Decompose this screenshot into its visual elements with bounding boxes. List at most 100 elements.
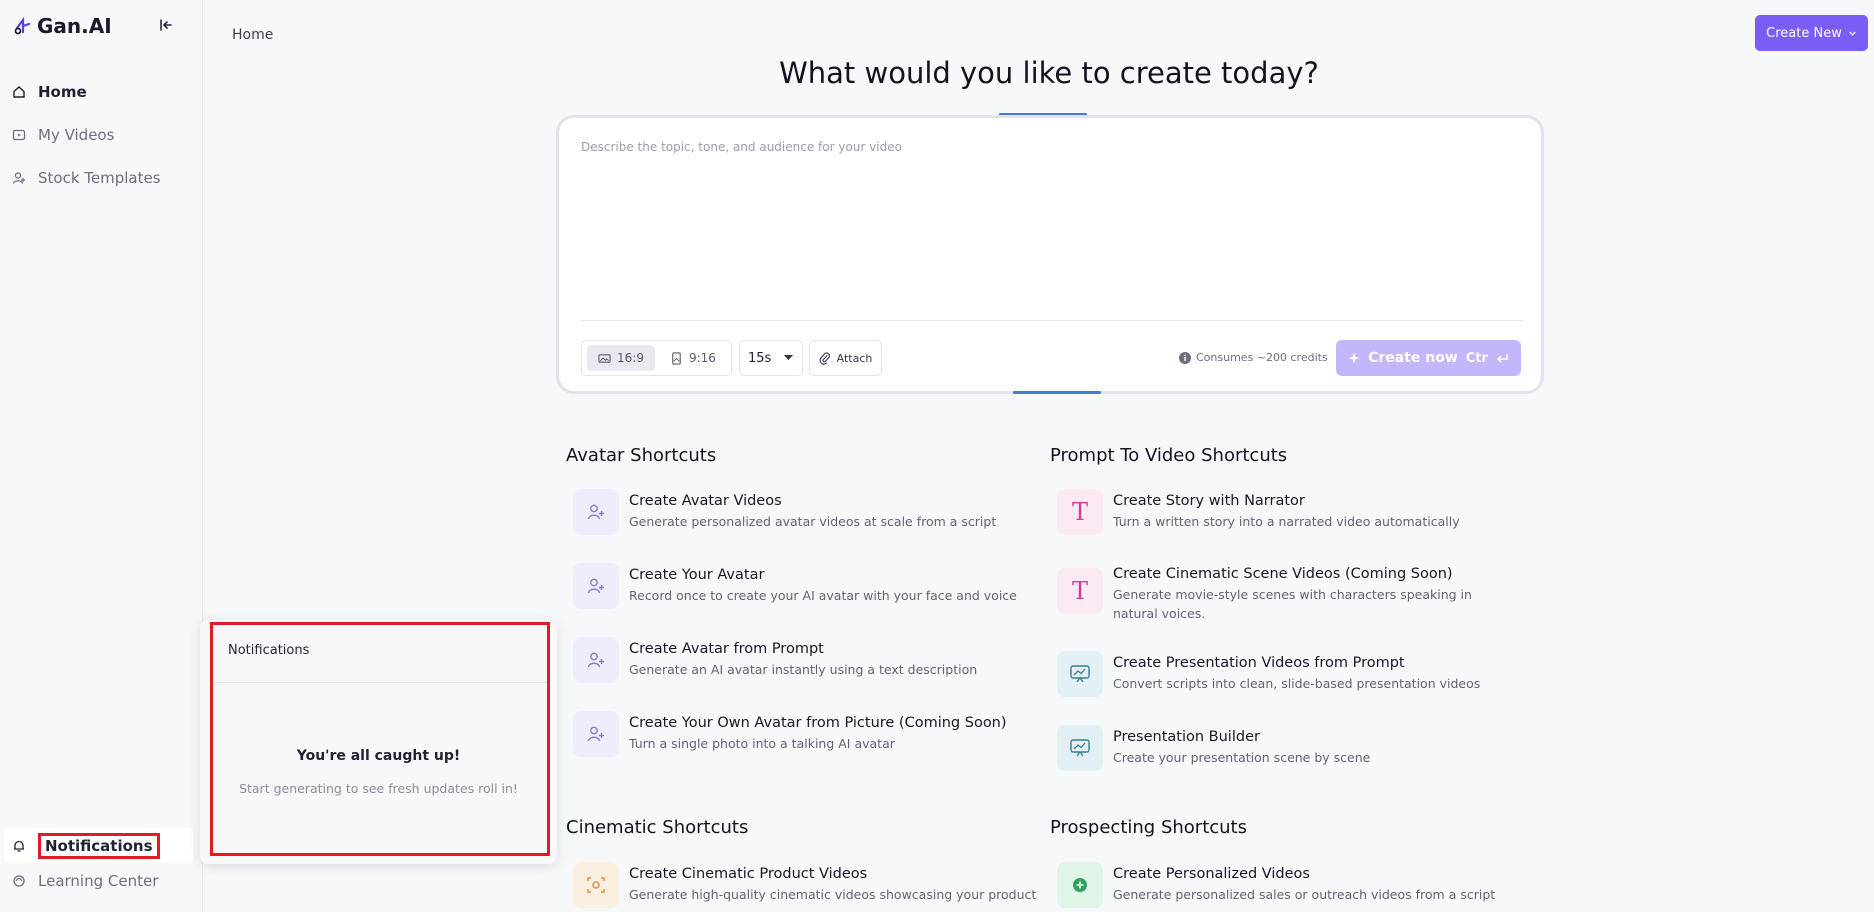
prompt-card: Describe the topic, tone, and audience f… (556, 115, 1544, 394)
text-type-icon: T (1057, 568, 1103, 614)
sidebar-item-label: Notifications (38, 832, 160, 859)
shortcut-title: Create Cinematic Scene Videos (Coming So… (1113, 566, 1453, 582)
credits-info: Consumes ~200 credits (1179, 351, 1328, 364)
add-user-icon (573, 637, 619, 683)
portrait-image-icon (672, 351, 681, 365)
shortcut-create-your-avatar[interactable]: Create Your Avatar Record once to create … (573, 563, 1043, 609)
section-title-cinematic: Cinematic Shortcuts (566, 817, 749, 838)
video-folder-icon (12, 129, 26, 140)
sidebar-item-label: Home (38, 82, 87, 101)
shortcut-title: Create Avatar from Prompt (629, 641, 824, 657)
collapse-sidebar-icon[interactable] (158, 17, 174, 33)
create-now-button[interactable]: Create now Ctr (1336, 340, 1521, 376)
section-title-avatar: Avatar Shortcuts (566, 445, 717, 466)
sidebar-item-notifications[interactable]: Notifications (4, 828, 193, 863)
bell-icon (14, 840, 24, 852)
shortcut-desc: Generate personalized avatar videos at s… (629, 514, 997, 529)
sidebar-item-label: My Videos (38, 125, 115, 144)
app-name: Gan.AI (37, 14, 112, 38)
page-title: What would you like to create today? (779, 56, 1319, 90)
add-user-icon (573, 563, 619, 609)
add-user-icon (573, 711, 619, 757)
shortcut-create-avatar-videos[interactable]: Create Avatar Videos Generate personalize… (573, 489, 1043, 535)
sidebar-item-learning-center[interactable]: Learning Center (0, 863, 203, 898)
presentation-icon (1057, 725, 1103, 771)
attach-button[interactable]: Attach (809, 340, 882, 376)
landscape-image-icon (598, 353, 611, 363)
prompt-input[interactable]: Describe the topic, tone, and audience f… (581, 140, 902, 154)
shortcut-title: Presentation Builder (1113, 729, 1260, 745)
sidebar-bottom-nav: Notifications Learning Center (0, 828, 203, 898)
learning-icon (13, 874, 25, 887)
ratio-label: 16:9 (617, 351, 644, 365)
sidebar: Gan.AI Home My Videos Stock Templates No… (0, 0, 203, 912)
ratio-16-9-option[interactable]: 16:9 (587, 345, 655, 371)
ratio-label: 9:16 (688, 351, 716, 365)
shortcut-title: Create Avatar Videos (629, 493, 782, 509)
section-title-prompt-to-video: Prompt To Video Shortcuts (1050, 445, 1288, 466)
personalized-video-icon (1057, 862, 1103, 908)
sidebar-item-label: Learning Center (38, 871, 159, 890)
app-logo[interactable]: Gan.AI (13, 14, 112, 38)
divider (581, 320, 1523, 321)
chevron-down-icon (1849, 31, 1856, 36)
shortcut-create-avatar-from-prompt[interactable]: Create Avatar from Prompt Generate an AI … (573, 637, 1043, 683)
shortcut-hint: Ctr (1465, 350, 1488, 366)
shortcut-title: Create Your Own Avatar from Picture (Com… (629, 715, 1007, 731)
shortcut-desc: Generate an AI avatar instantly using a … (629, 662, 978, 677)
shortcut-personalized-videos[interactable]: Create Personalized Videos Generate perso… (1057, 862, 1527, 908)
sparkle-icon (1348, 352, 1361, 364)
sidebar-nav: Home My Videos Stock Templates (0, 70, 203, 199)
shortcut-title: Create Your Avatar (629, 567, 765, 583)
shortcut-title: Create Presentation Videos from Prompt (1113, 655, 1405, 671)
shortcut-desc: Turn a single photo into a talking AI av… (629, 736, 895, 751)
notifications-popover: Notifications You're all caught up! Star… (200, 620, 557, 864)
sidebar-item-my-videos[interactable]: My Videos (0, 113, 203, 156)
section-title-prospecting: Prospecting Shortcuts (1050, 817, 1247, 838)
sidebar-item-label: Stock Templates (38, 168, 161, 187)
caret-down-icon (784, 355, 793, 360)
shortcut-cinematic-product-videos[interactable]: Create Cinematic Product Videos Generate … (573, 862, 1043, 908)
shortcut-title: Create Personalized Videos (1113, 866, 1310, 882)
ratio-9-16-option[interactable]: 9:16 (659, 345, 727, 371)
sidebar-item-stock-templates[interactable]: Stock Templates (0, 156, 203, 199)
text-type-icon: T (1057, 489, 1103, 535)
shortcut-presentation-videos[interactable]: Create Presentation Videos from Prompt Co… (1057, 651, 1527, 697)
shortcut-title: Create Story with Narrator (1113, 493, 1305, 509)
shortcut-desc: Record once to create your AI avatar wit… (629, 588, 1017, 603)
shortcut-desc: Generate high-quality cinematic videos s… (629, 887, 1037, 902)
logo-icon (14, 16, 31, 35)
sidebar-item-home[interactable]: Home (0, 70, 203, 113)
shortcut-desc: Turn a written story into a narrated vid… (1113, 514, 1460, 529)
create-new-button[interactable]: Create New (1755, 15, 1868, 51)
shortcut-desc: Generate movie-style scenes with charact… (1113, 587, 1472, 621)
presentation-icon (1057, 651, 1103, 697)
create-now-label: Create now (1368, 350, 1458, 366)
user-template-icon (12, 171, 25, 184)
info-icon (1179, 351, 1191, 364)
shortcut-desc: Generate personalized sales or outreach … (1113, 887, 1496, 902)
card-accent-bottom (1013, 391, 1101, 394)
notifications-title: Notifications (228, 643, 310, 658)
create-new-label: Create New (1766, 25, 1842, 41)
duration-value: 15s (748, 350, 772, 366)
credits-text: Consumes ~200 credits (1196, 351, 1328, 364)
shortcut-title: Create Cinematic Product Videos (629, 866, 868, 882)
duration-select[interactable]: 15s (739, 340, 803, 376)
attach-label: Attach (836, 351, 873, 365)
shortcut-desc: Create your presentation scene by scene (1113, 750, 1371, 765)
add-user-icon (573, 489, 619, 535)
shortcut-cinematic-scene-videos[interactable]: T Create Cinematic Scene Videos (Coming … (1057, 562, 1507, 623)
breadcrumb: Home (232, 27, 274, 43)
home-icon (13, 85, 25, 98)
divider (213, 682, 547, 683)
shortcut-desc: Convert scripts into clean, slide-based … (1113, 676, 1481, 691)
focus-frame-icon (573, 862, 619, 908)
shortcut-avatar-from-picture[interactable]: Create Your Own Avatar from Picture (Com… (573, 711, 1043, 757)
shortcut-presentation-builder[interactable]: Presentation Builder Create your presenta… (1057, 725, 1527, 771)
empty-state-title: You're all caught up! (296, 748, 461, 764)
aspect-ratio-toggle: 16:9 9:16 (581, 340, 732, 376)
shortcut-story-with-narrator[interactable]: T Create Story with Narrator Turn a writt… (1057, 489, 1527, 535)
empty-state-subtitle: Start generating to see fresh updates ro… (239, 781, 518, 796)
paperclip-icon (819, 351, 830, 365)
